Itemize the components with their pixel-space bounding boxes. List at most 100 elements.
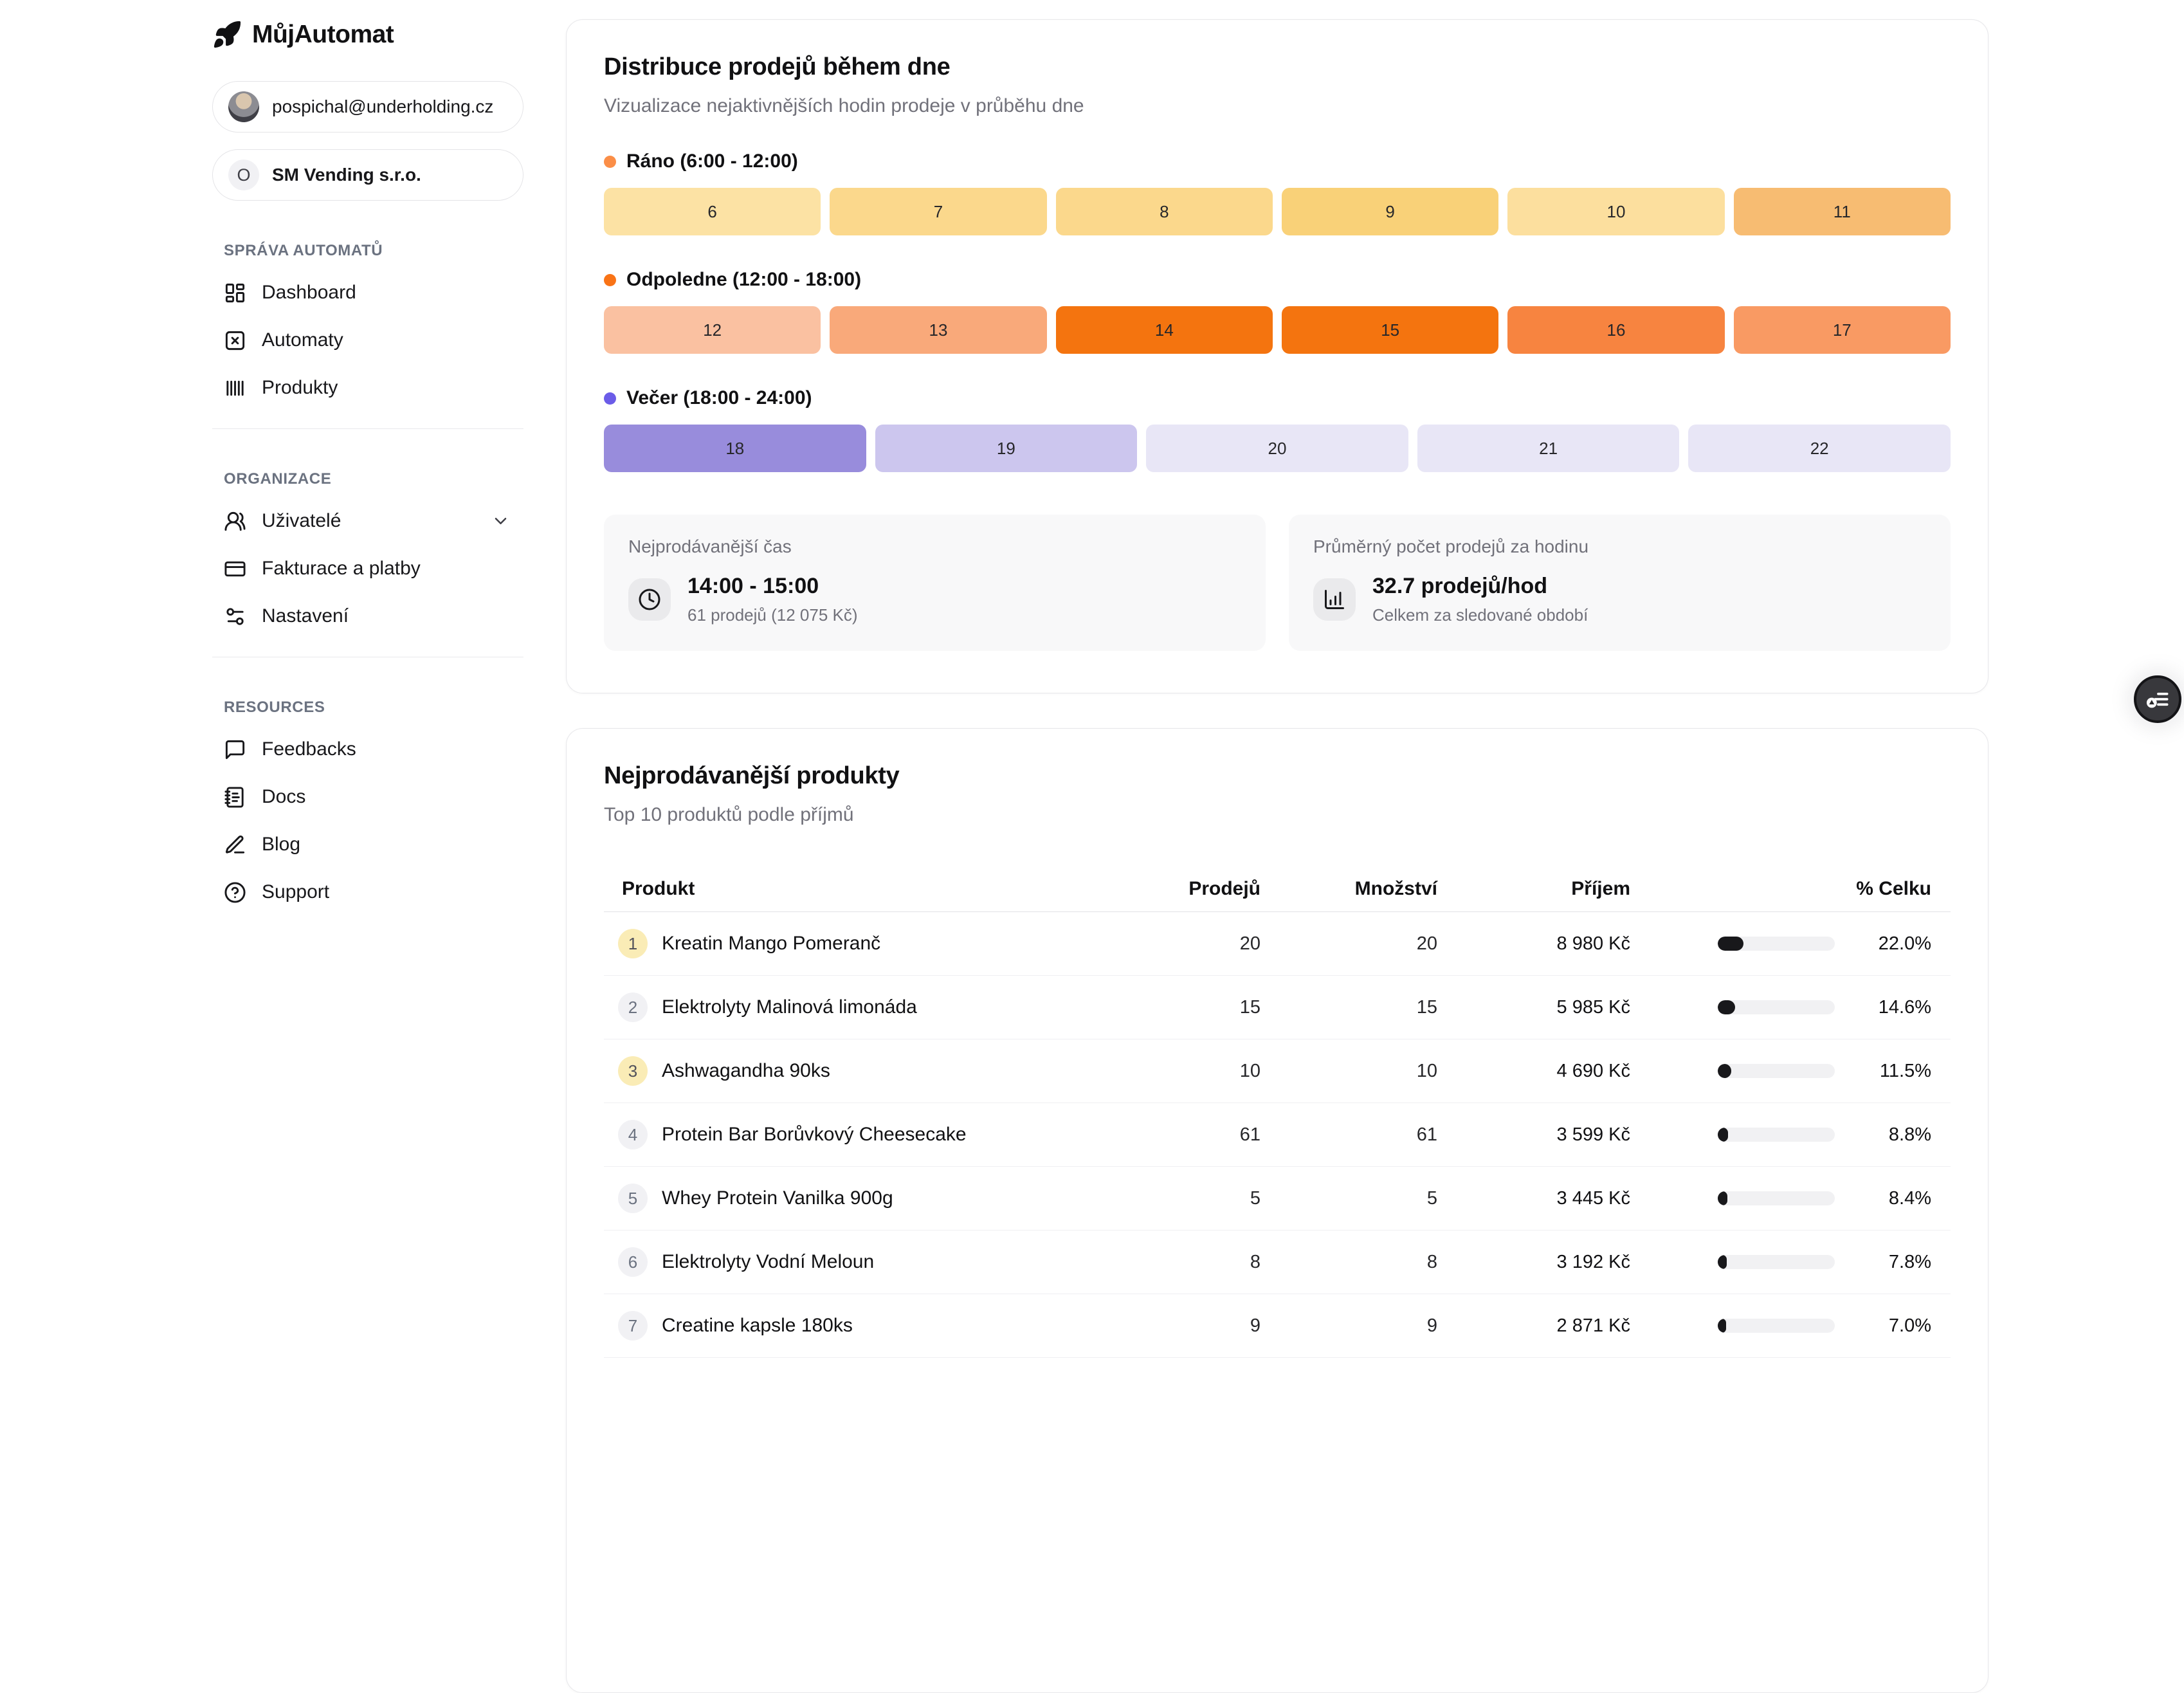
table-row: 7 Creatine kapsle 180ks 9 9 2 871 Kč 7.0… xyxy=(604,1294,1951,1358)
hour-cell-9: 9 xyxy=(1282,188,1498,235)
morning-cells: 6 7 8 9 10 11 xyxy=(604,188,1951,235)
sidebar-item-dashboard[interactable]: Dashboard xyxy=(212,269,523,316)
product-name: Elektrolyty Vodní Meloun xyxy=(662,1251,874,1273)
stat-best-time: Nejprodávanější čas 14:00 - 15:00 61 pro… xyxy=(604,515,1266,651)
group-evening: Večer (18:00 - 24:00) xyxy=(604,387,1951,409)
chat-bubble-icon xyxy=(224,738,246,761)
hour-cell-18: 18 xyxy=(604,425,866,472)
morning-dot xyxy=(604,156,616,168)
sidebar-item-nastaveni[interactable]: Nastavení xyxy=(212,592,523,640)
rank-badge: 7 xyxy=(618,1311,648,1341)
revenue-value: 3 599 Kč xyxy=(1437,1124,1630,1146)
sidebar-item-label: Blog xyxy=(262,834,300,856)
table-row: 5 Whey Protein Vanilka 900g 5 5 3 445 Kč… xyxy=(604,1167,1951,1231)
pct-bar xyxy=(1630,1128,1843,1142)
pct-value: 7.0% xyxy=(1843,1315,1951,1337)
quantity-value: 5 xyxy=(1260,1188,1437,1209)
header-product: Produkt xyxy=(622,878,695,900)
sidebar-item-label: Produkty xyxy=(262,377,338,399)
settings-icon xyxy=(224,605,246,628)
sales-value: 8 xyxy=(1145,1252,1260,1273)
table-row: 2 Elektrolyty Malinová limonáda 15 15 5 … xyxy=(604,976,1951,1039)
distribution-subtitle: Vizualizace nejaktivnějších hodin prodej… xyxy=(604,95,1951,117)
clock-icon xyxy=(628,578,671,621)
revenue-value: 4 690 Kč xyxy=(1437,1061,1630,1082)
table-header: Produkt Prodejů Množství Příjem % Celku xyxy=(604,866,1951,912)
hour-cell-14: 14 xyxy=(1056,306,1273,354)
vending-machine-icon xyxy=(224,329,246,352)
sidebar-item-fakturace[interactable]: Fakturace a platby xyxy=(212,545,523,592)
product-name: Creatine kapsle 180ks xyxy=(662,1315,853,1337)
barcode-icon xyxy=(224,377,246,399)
table-row: 3 Ashwagandha 90ks 10 10 4 690 Kč 11.5% xyxy=(604,1039,1951,1103)
sidebar-item-feedbacks[interactable]: Feedbacks xyxy=(212,726,523,773)
quantity-value: 10 xyxy=(1260,1061,1437,1082)
stat-value: 32.7 prodejů/hod xyxy=(1372,574,1588,599)
rank-badge: 2 xyxy=(618,993,648,1022)
rank-badge: 6 xyxy=(618,1247,648,1277)
group-label: Večer (18:00 - 24:00) xyxy=(626,387,812,409)
credit-card-icon xyxy=(224,558,246,580)
stat-value: 14:00 - 15:00 xyxy=(687,574,858,599)
hour-cell-11: 11 xyxy=(1734,188,1951,235)
stat-sub: 61 prodejů (12 075 Kč) xyxy=(687,605,858,625)
hour-cell-22: 22 xyxy=(1688,425,1951,472)
sidebar: MůjAutomat pospichal@underholding.cz O S… xyxy=(212,14,523,916)
pct-bar xyxy=(1630,1255,1843,1269)
products-title: Nejprodávanější produkty xyxy=(604,762,1951,790)
product-name: Whey Protein Vanilka 900g xyxy=(662,1187,893,1209)
account-switcher[interactable]: pospichal@underholding.cz xyxy=(212,81,523,133)
organization-switcher[interactable]: O SM Vending s.r.o. xyxy=(212,149,523,201)
evening-dot xyxy=(604,392,616,405)
sidebar-item-produkty[interactable]: Produkty xyxy=(212,364,523,412)
hour-cell-20: 20 xyxy=(1146,425,1408,472)
group-label: Odpoledne (12:00 - 18:00) xyxy=(626,269,861,291)
section-label-organizace: ORGANIZACE xyxy=(224,470,523,488)
pct-value: 8.4% xyxy=(1843,1188,1951,1209)
table-row: 6 Elektrolyty Vodní Meloun 8 8 3 192 Kč … xyxy=(604,1231,1951,1294)
sidebar-item-docs[interactable]: Docs xyxy=(212,773,523,821)
group-label: Ráno (6:00 - 12:00) xyxy=(626,151,798,172)
divider xyxy=(212,428,523,429)
sales-value: 15 xyxy=(1145,997,1260,1018)
distribution-card: Distribuce prodejů během dne Vizualizace… xyxy=(566,19,1988,693)
account-email: pospichal@underholding.cz xyxy=(272,96,493,117)
sidebar-item-uzivatele[interactable]: Uživatelé xyxy=(212,497,523,545)
bar-chart-icon xyxy=(1313,578,1356,621)
hour-cell-15: 15 xyxy=(1282,306,1498,354)
product-name: Protein Bar Borůvkový Cheesecake xyxy=(662,1124,967,1146)
stat-average-sales: Průměrný počet prodejů za hodinu 32.7 pr… xyxy=(1289,515,1951,651)
section-label-sprava-automatu: SPRÁVA AUTOMATŮ xyxy=(224,242,523,260)
revenue-value: 3 445 Kč xyxy=(1437,1188,1630,1209)
rocket-icon xyxy=(212,20,242,50)
sidebar-item-support[interactable]: Support xyxy=(212,868,523,916)
quantity-value: 8 xyxy=(1260,1252,1437,1273)
organization-initial: O xyxy=(228,160,259,190)
sales-value: 9 xyxy=(1145,1315,1260,1337)
revenue-value: 5 985 Kč xyxy=(1437,997,1630,1018)
stat-label: Nejprodávanější čas xyxy=(628,536,1241,557)
hour-cell-16: 16 xyxy=(1507,306,1724,354)
pct-bar xyxy=(1630,1000,1843,1014)
pct-value: 8.8% xyxy=(1843,1124,1951,1146)
sidebar-item-automaty[interactable]: Automaty xyxy=(212,316,523,364)
stats-row: Nejprodávanější čas 14:00 - 15:00 61 pro… xyxy=(604,515,1951,651)
products-subtitle: Top 10 produktů podle příjmů xyxy=(604,804,1951,826)
stat-label: Průměrný počet prodejů za hodinu xyxy=(1313,536,1926,557)
rank-badge: 4 xyxy=(618,1120,648,1149)
revenue-value: 8 980 Kč xyxy=(1437,933,1630,955)
docs-icon xyxy=(224,786,246,809)
quantity-value: 9 xyxy=(1260,1315,1437,1337)
sidebar-item-label: Docs xyxy=(262,786,305,808)
pct-bar xyxy=(1630,1064,1843,1078)
sales-value: 61 xyxy=(1145,1124,1260,1146)
organization-name: SM Vending s.r.o. xyxy=(272,165,421,185)
changelog-icon xyxy=(2143,685,2172,713)
rank-badge: 1 xyxy=(618,929,648,958)
header-sales: Prodejů xyxy=(1145,878,1260,900)
feedback-widget-button[interactable] xyxy=(2134,675,2181,723)
chevron-down-icon[interactable] xyxy=(489,511,512,531)
rank-badge: 3 xyxy=(618,1056,648,1086)
sidebar-item-blog[interactable]: Blog xyxy=(212,821,523,868)
pen-icon xyxy=(224,834,246,856)
